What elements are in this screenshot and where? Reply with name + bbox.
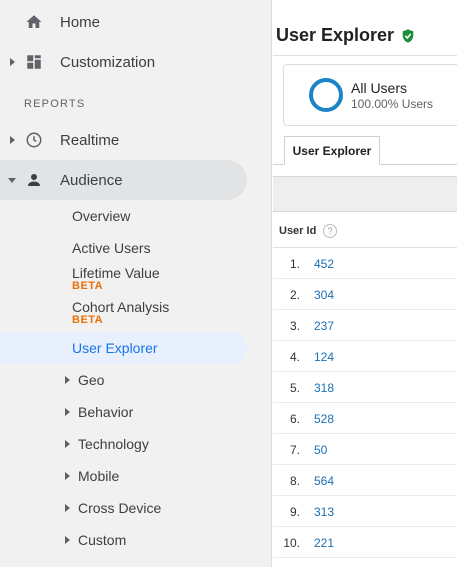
user-id-link[interactable]: 528 — [314, 412, 334, 426]
help-icon[interactable]: ? — [323, 223, 337, 238]
segment-card[interactable]: All Users 100.00% Users — [283, 64, 457, 126]
home-icon — [25, 13, 43, 31]
user-id-link[interactable]: 221 — [314, 536, 334, 550]
row-number: 2. — [289, 288, 300, 302]
table-row: 2. 304 — [273, 279, 457, 310]
table-toolbar — [273, 176, 457, 212]
sidebar-item-realtime[interactable]: Realtime — [0, 124, 272, 156]
sidebar-item-geo[interactable]: Geo — [78, 372, 104, 388]
row-number: 6. — [289, 412, 300, 426]
beta-badge: BETA — [72, 314, 104, 326]
sidebar: Home Customization REPORTS Realtime Audi… — [0, 0, 272, 567]
chevron-right-icon — [10, 136, 15, 144]
reports-section-header: REPORTS — [24, 98, 86, 110]
chevron-right-icon — [65, 440, 70, 448]
sidebar-item-label: Audience — [60, 171, 123, 189]
divider — [273, 55, 457, 56]
table-row: 8. 564 — [273, 465, 457, 496]
row-number: 5. — [289, 381, 300, 395]
chevron-right-icon — [65, 472, 70, 480]
sidebar-item-active-users[interactable]: Active Users — [72, 240, 151, 256]
row-number: 10. — [283, 536, 300, 550]
table-row: 6. 528 — [273, 403, 457, 434]
sidebar-item-technology[interactable]: Technology — [78, 436, 149, 452]
table-row: 10. 221 — [273, 527, 457, 558]
clock-icon — [25, 131, 43, 149]
sidebar-item-lifetime-value[interactable]: Lifetime Value — [72, 265, 160, 281]
sidebar-item-custom[interactable]: Custom — [78, 532, 126, 548]
table-row: 3. 237 — [273, 310, 457, 341]
verified-shield-icon — [400, 28, 416, 44]
dashboard-icon — [25, 53, 43, 71]
row-number: 1. — [289, 257, 300, 271]
person-icon — [25, 171, 43, 189]
row-number: 8. — [289, 474, 300, 488]
sidebar-item-cohort-analysis[interactable]: Cohort Analysis — [72, 299, 169, 315]
sidebar-item-label: Realtime — [60, 131, 120, 149]
row-number: 4. — [289, 350, 300, 364]
row-number: 3. — [289, 319, 300, 333]
page-title-text: User Explorer — [276, 25, 395, 45]
column-header-user-id[interactable]: User Id — [279, 225, 316, 237]
user-id-link[interactable]: 124 — [314, 350, 334, 364]
table-row: 4. 124 — [273, 341, 457, 372]
chevron-down-icon — [8, 177, 16, 183]
table-row: 1. 452 — [273, 248, 457, 279]
tab-user-explorer[interactable]: User Explorer — [284, 136, 380, 165]
table-row: 9. 313 — [273, 496, 457, 527]
user-id-link[interactable]: 564 — [314, 474, 334, 488]
chevron-right-icon — [10, 58, 15, 66]
user-id-link[interactable]: 50 — [314, 443, 327, 457]
sidebar-item-cross-device[interactable]: Cross Device — [78, 500, 161, 516]
sidebar-item-customization[interactable]: Customization — [0, 46, 272, 78]
user-id-link[interactable]: 318 — [314, 381, 334, 395]
sidebar-item-audience[interactable]: Audience — [0, 164, 247, 196]
sidebar-item-mobile[interactable]: Mobile — [78, 468, 119, 484]
segment-name: All Users — [351, 80, 408, 96]
segment-ring-icon — [309, 78, 343, 112]
sidebar-item-user-explorer[interactable]: User Explorer — [72, 340, 158, 356]
chevron-right-icon — [65, 376, 70, 384]
user-id-link[interactable]: 452 — [314, 257, 334, 271]
sidebar-item-behavior[interactable]: Behavior — [78, 404, 133, 420]
chevron-right-icon — [65, 536, 70, 544]
chevron-right-icon — [65, 504, 70, 512]
table-row: 7. 50 — [273, 434, 457, 465]
segment-percent: 100.00% Users — [351, 97, 434, 111]
table-row: 5. 318 — [273, 372, 457, 403]
beta-badge: BETA — [72, 280, 104, 292]
user-id-link[interactable]: 304 — [314, 288, 334, 302]
main-panel: User Explorer All Users 100.00% Users Us… — [273, 0, 457, 567]
user-id-link[interactable]: 313 — [314, 505, 334, 519]
sidebar-item-label: Customization — [60, 53, 156, 71]
row-number: 9. — [289, 505, 300, 519]
page-title: User Explorer — [276, 25, 416, 46]
row-number: 7. — [289, 443, 300, 457]
sidebar-item-home[interactable]: Home — [0, 6, 272, 38]
user-id-link[interactable]: 237 — [314, 319, 334, 333]
chevron-right-icon — [65, 408, 70, 416]
sidebar-item-label: Home — [60, 13, 101, 31]
table-header: User Id ? — [273, 214, 457, 248]
sidebar-item-overview[interactable]: Overview — [72, 208, 130, 224]
